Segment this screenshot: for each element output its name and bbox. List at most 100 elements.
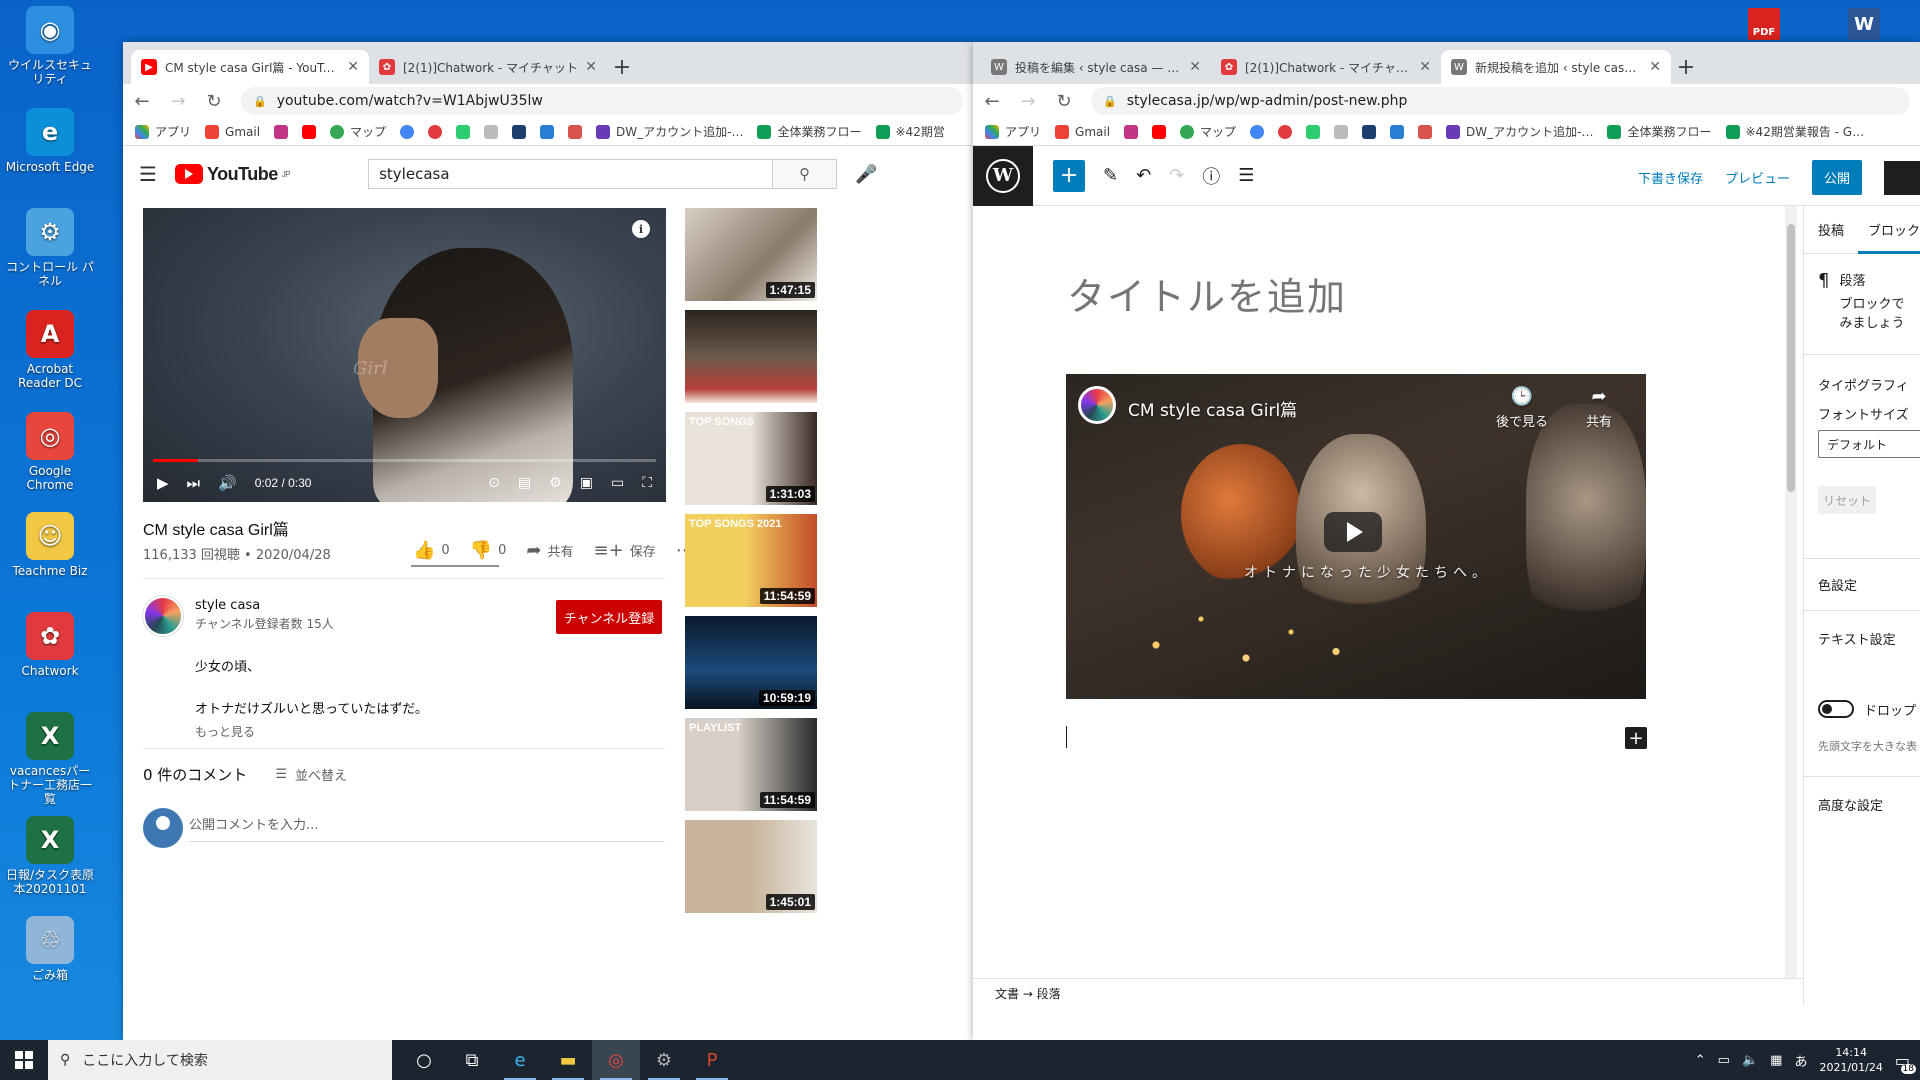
address-bar[interactable]: 🔒 youtube.com/watch?v=W1AbjwU35lw	[241, 87, 963, 115]
wordpress-logo[interactable]: W	[973, 145, 1033, 206]
info-icon[interactable]: ⓘ	[1202, 163, 1220, 189]
tab-youtube[interactable]: ▶ CM style casa Girl篇 - YouTube ✕	[131, 50, 369, 84]
next-icon[interactable]: ⏭	[187, 474, 201, 492]
taskbar-search-input[interactable]: ⚲ ここに入力して検索	[48, 1040, 392, 1080]
bookmark-star[interactable]	[1306, 124, 1321, 139]
search-input[interactable]: stylecasa	[368, 159, 774, 189]
tab-post[interactable]: 投稿	[1818, 220, 1844, 239]
ime-indicator[interactable]: あ	[1794, 1051, 1807, 1070]
autoplay-toggle-icon[interactable]: ⊙	[488, 475, 500, 491]
watch-later-button[interactable]: 🕒 後で見る	[1496, 386, 1548, 430]
subtitles-icon[interactable]: ▤	[518, 475, 531, 491]
tab-chatwork[interactable]: ✿ [2(1)]Chatwork - マイチャット ✕	[369, 50, 607, 84]
recommended-video-thumbnail[interactable]: TOP SONGS 2021 11:54:59	[685, 514, 817, 607]
play-icon[interactable]: ▶	[157, 474, 169, 492]
bookmark-google[interactable]	[400, 124, 415, 139]
bookmark-instagram[interactable]	[1124, 124, 1139, 139]
share-button[interactable]: ➦ 共有	[526, 540, 573, 561]
miniplayer-icon[interactable]: ▣	[580, 475, 593, 491]
bookmark-hex[interactable]	[484, 124, 499, 139]
bookmark-dw[interactable]: DW_アカウント追加-…	[1446, 123, 1593, 140]
paragraph-caret[interactable]	[1066, 726, 1067, 748]
drop-cap-toggle[interactable]	[1818, 700, 1854, 718]
address-bar[interactable]: 🔒 stylecasa.jp/wp/wp-admin/post-new.php	[1091, 87, 1910, 115]
channel-name[interactable]: style casa	[195, 598, 260, 613]
bookmark-red[interactable]	[568, 124, 583, 139]
close-tab-icon[interactable]: ✕	[1419, 59, 1431, 75]
tab-chatwork[interactable]: ✿ [2(1)]Chatwork - マイチャット ✕	[1211, 50, 1441, 84]
menu-icon[interactable]: ☰	[139, 162, 157, 186]
youtube-embed-block[interactable]: CM style casa Girl篇 🕒 後で見る ➦ 共有 オトナになった少女た…	[1066, 374, 1646, 699]
search-button[interactable]: ⚲	[773, 159, 838, 189]
close-tab-icon[interactable]: ✕	[347, 59, 359, 75]
comment-input[interactable]: 公開コメントを入力...	[189, 814, 665, 842]
bookmark-report[interactable]: ※42期営業報告 - G…	[1725, 123, 1864, 140]
tab-edit-post[interactable]: W 投稿を編集 ‹ style casa — WordPress ✕	[981, 50, 1211, 84]
volume-icon[interactable]: 🔊	[218, 474, 237, 492]
show-more-link[interactable]: もっと見る	[195, 723, 255, 740]
dislike-button[interactable]: 👎 0	[470, 540, 507, 561]
cortana-icon[interactable]: ○	[400, 1040, 448, 1080]
bookmark-google[interactable]	[1250, 124, 1265, 139]
forward-icon[interactable]: →	[169, 91, 187, 112]
video-player[interactable]: Girl i ▶ ⏭ 🔊 0:02 / 0:30 ⊙ ▤ ⚙ ▣ ▭ ⛶	[143, 208, 666, 502]
desktop-icon[interactable]: ◉ ウイルスセキュリティ	[4, 6, 96, 86]
desktop-icon[interactable]: ☺ Teachme Biz	[4, 512, 96, 578]
tab-block[interactable]: ブロック	[1858, 220, 1920, 254]
bookmark-s[interactable]	[1390, 124, 1405, 139]
start-button[interactable]	[0, 1040, 48, 1080]
preview-button[interactable]: プレビュー	[1725, 168, 1790, 187]
desktop-icon[interactable]: A Acrobat Reader DC	[4, 310, 96, 390]
redo-icon[interactable]: ↷	[1169, 165, 1184, 186]
desktop-pdf-icon[interactable]: PDF	[1748, 8, 1780, 40]
chrome-icon[interactable]: ◎	[592, 1040, 640, 1080]
fullscreen-icon[interactable]: ⛶	[642, 475, 652, 491]
channel-avatar[interactable]	[143, 596, 183, 636]
youtube-logo[interactable]: YouTube JP	[174, 164, 291, 185]
network-icon[interactable]: ▭	[1718, 1053, 1730, 1068]
settings-gear-icon[interactable]: ⚙	[549, 475, 562, 491]
bookmark-anon[interactable]	[512, 124, 527, 139]
recommended-video-thumbnail[interactable]: 10:59:19	[685, 616, 817, 709]
desktop-icon[interactable]: X 日報/タスク表原本20201101	[4, 816, 96, 896]
file-explorer-icon[interactable]: ▬	[544, 1040, 592, 1080]
edge-icon[interactable]: e	[496, 1040, 544, 1080]
new-tab-button[interactable]: +	[607, 50, 637, 84]
bookmark-red[interactable]	[1418, 124, 1433, 139]
bookmark-youtube[interactable]	[302, 124, 317, 139]
reload-icon[interactable]: ↻	[205, 91, 223, 112]
speaker-icon[interactable]: 🔈	[1742, 1053, 1758, 1068]
task-view-icon[interactable]: ⧉	[448, 1040, 496, 1080]
bookmark-star[interactable]	[456, 124, 471, 139]
back-icon[interactable]: ←	[133, 91, 151, 112]
back-icon[interactable]: ←	[983, 91, 1001, 112]
notification-center-icon[interactable]: ▭ 18	[1895, 1051, 1916, 1074]
bookmark-flow[interactable]: 全体業務フロー	[757, 123, 862, 140]
embed-channel-avatar[interactable]	[1078, 386, 1116, 424]
desktop-icon[interactable]: ♲ ごみ箱	[4, 916, 96, 982]
breadcrumb-text[interactable]: 文書 → 段落	[995, 987, 1061, 1001]
bookmark-instagram[interactable]	[274, 124, 289, 139]
bookmark-dw[interactable]: DW_アカウント追加-…	[596, 123, 743, 140]
bookmark-report[interactable]: ※42期営	[875, 123, 945, 140]
save-button[interactable]: ≡+ 保存	[594, 540, 656, 561]
tab-new-post[interactable]: W 新規投稿を追加 ‹ style casa — WordPress ✕	[1441, 50, 1671, 84]
bookmark-apps[interactable]: アプリ	[985, 123, 1041, 140]
wordpress-app-icon[interactable]: ⚙	[640, 1040, 688, 1080]
scroll-thumb[interactable]	[1787, 224, 1795, 492]
save-draft-button[interactable]: 下書き保存	[1638, 168, 1703, 187]
font-size-select[interactable]: デフォルト	[1818, 430, 1920, 458]
clock[interactable]: 14:14 2021/01/24	[1819, 1045, 1882, 1075]
list-view-icon[interactable]: ☰	[1238, 165, 1254, 186]
post-title-input[interactable]: タイトルを追加	[1067, 266, 1347, 321]
bookmark-chatwork[interactable]	[428, 124, 443, 139]
microphone-icon[interactable]: 🎤	[855, 164, 877, 185]
reload-icon[interactable]: ↻	[1055, 91, 1073, 112]
typography-panel[interactable]: タイポグラフィ	[1804, 354, 1920, 394]
sort-button[interactable]: ☰ 並べ替え	[275, 765, 347, 784]
progress-bar[interactable]	[153, 459, 656, 462]
publish-button[interactable]: 公開	[1811, 160, 1862, 195]
recommended-video-thumbnail[interactable]: TOP SONGS 1:31:03	[685, 412, 817, 505]
desktop-icon[interactable]: ✿ Chatwork	[4, 612, 96, 678]
close-tab-icon[interactable]: ✕	[1649, 59, 1661, 75]
